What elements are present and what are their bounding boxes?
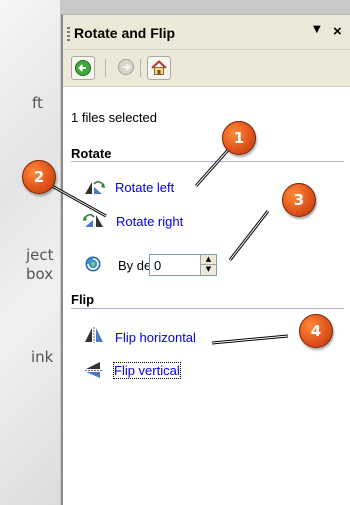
rotate-right-link[interactable]: Rotate right: [116, 214, 183, 229]
dropdown-arrow-icon[interactable]: ▼: [313, 24, 321, 35]
spin-up-icon[interactable]: ▲: [201, 255, 216, 264]
degree-spinner[interactable]: 0 ▲ ▼: [149, 254, 217, 276]
rotate-section-heading: Rotate: [71, 146, 112, 161]
forward-arrow-icon: [118, 59, 134, 75]
background-text-fragment: ink: [31, 348, 54, 366]
toolbar-separator: [140, 59, 141, 77]
background-text-fragment: box: [26, 265, 54, 283]
rotate-degree-icon: [84, 255, 102, 277]
section-divider: [71, 161, 344, 162]
rotate-right-icon[interactable]: [83, 211, 105, 233]
section-divider: [71, 308, 344, 309]
callout-badge-1: 1: [222, 121, 256, 155]
degree-input[interactable]: 0: [154, 258, 161, 273]
flip-section-heading: Flip: [71, 292, 95, 307]
home-icon: [151, 60, 167, 75]
callout-badge-3: 3: [282, 183, 316, 217]
forward-button[interactable]: [115, 56, 137, 78]
task-pane-title-bar: Rotate and Flip ▼ ×: [63, 15, 350, 50]
flip-vertical-link[interactable]: Flip vertical: [113, 362, 181, 379]
rotate-left-link[interactable]: Rotate left: [115, 180, 174, 195]
back-button[interactable]: [71, 56, 95, 80]
close-icon[interactable]: ×: [333, 23, 342, 40]
callout-badge-4: 4: [299, 314, 333, 348]
selection-status: 1 files selected: [71, 110, 157, 125]
flip-horizontal-icon[interactable]: [83, 326, 105, 348]
back-arrow-icon: [75, 60, 91, 76]
background-text-fragment: ject: [26, 246, 54, 264]
degree-spinner-buttons: ▲ ▼: [200, 255, 216, 275]
home-button[interactable]: [147, 56, 171, 80]
drag-grip-icon[interactable]: [67, 27, 70, 41]
flip-horizontal-link[interactable]: Flip horizontal: [115, 330, 196, 345]
navigation-bar: [63, 50, 350, 87]
toolbar-separator: [105, 59, 106, 77]
background-text-fragment: ft: [32, 94, 43, 112]
spin-down-icon[interactable]: ▼: [201, 264, 216, 274]
callout-badge-2: 2: [22, 160, 56, 194]
flip-vertical-icon[interactable]: [84, 360, 104, 384]
task-pane-title: Rotate and Flip: [74, 25, 176, 41]
rotate-left-icon[interactable]: [83, 178, 105, 200]
